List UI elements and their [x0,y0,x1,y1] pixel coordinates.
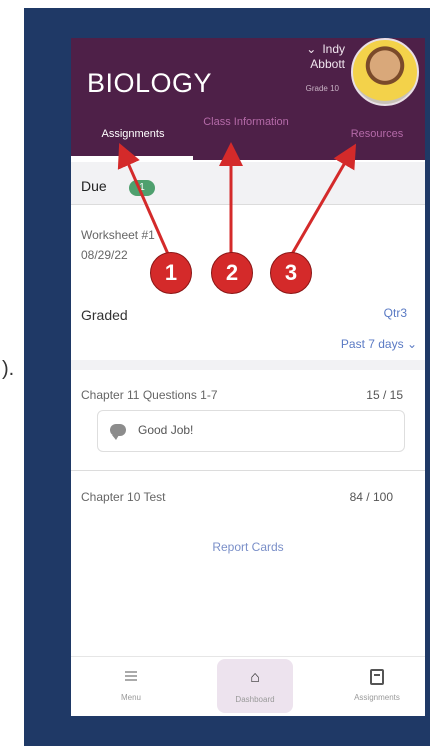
divider [71,470,425,471]
date-range-selector[interactable]: Past 7 days ⌄ [341,337,417,351]
due-count-badge: 1 [129,180,155,196]
course-title: BIOLOGY [87,68,213,98]
user-first-name: Indy [322,42,345,56]
annotation-marker-1: 1 [150,252,192,294]
nav-menu[interactable]: Menu [91,657,171,713]
book-icon [370,669,384,685]
quarter-selector[interactable]: Qtr3 [384,306,407,320]
annotation-marker-3: 3 [270,252,312,294]
active-tab-indicator [71,156,193,160]
tab-assignments[interactable]: Assignments [77,128,189,140]
home-icon: ⌂ [250,669,260,686]
tab-resources[interactable]: Resources [333,128,421,140]
chevron-down-icon: ⌄ [306,42,317,56]
screenshot-frame: BIOLOGY ⌄ Indy Abbott Grade 10 Assignment… [24,8,430,746]
assignment-score: 15 / 15 [366,388,403,402]
divider [71,204,425,205]
user-last-name: Abbott [310,57,345,71]
nav-assignments[interactable]: Assignments [337,657,417,713]
section-gap [71,360,425,370]
stray-text: ). [2,358,15,380]
tab-class-information[interactable]: Class Information [201,116,291,128]
comment-icon [110,424,126,440]
assignment-name: Chapter 11 Questions 1-7 [81,388,218,402]
user-grade: Grade 10 [305,84,339,93]
nav-menu-label: Menu [120,693,141,702]
user-name[interactable]: ⌄ Indy Abbott [306,42,345,72]
teacher-comment[interactable]: Good Job! [97,410,405,452]
assignment-name: Chapter 10 Test [81,490,166,504]
annotation-marker-2: 2 [211,252,253,294]
graded-heading: Graded [81,307,128,323]
comment-text: Good Job! [138,423,194,437]
worksheet-title: Worksheet #1 [81,228,155,242]
date-range-label: Past 7 days [340,337,404,351]
nav-dashboard-label: Dashboard [235,695,275,704]
menu-icon [125,671,137,681]
nav-dashboard[interactable]: ⌂ Dashboard [217,659,293,713]
app-header: BIOLOGY ⌄ Indy Abbott Grade 10 Assignment… [71,38,425,160]
chevron-down-icon: ⌄ [406,337,417,351]
due-section[interactable]: Due 1 [71,162,425,204]
assignment-score: 84 / 100 [349,490,393,504]
bottom-nav: Menu ⌂ Dashboard Assignments [71,656,425,716]
report-cards-link[interactable]: Report Cards [71,540,425,554]
phone-screen: BIOLOGY ⌄ Indy Abbott Grade 10 Assignment… [71,38,425,716]
due-label: Due [81,178,107,194]
worksheet-date: 08/29/22 [81,248,128,262]
avatar[interactable] [351,38,419,106]
nav-assignments-label: Assignments [354,693,400,702]
